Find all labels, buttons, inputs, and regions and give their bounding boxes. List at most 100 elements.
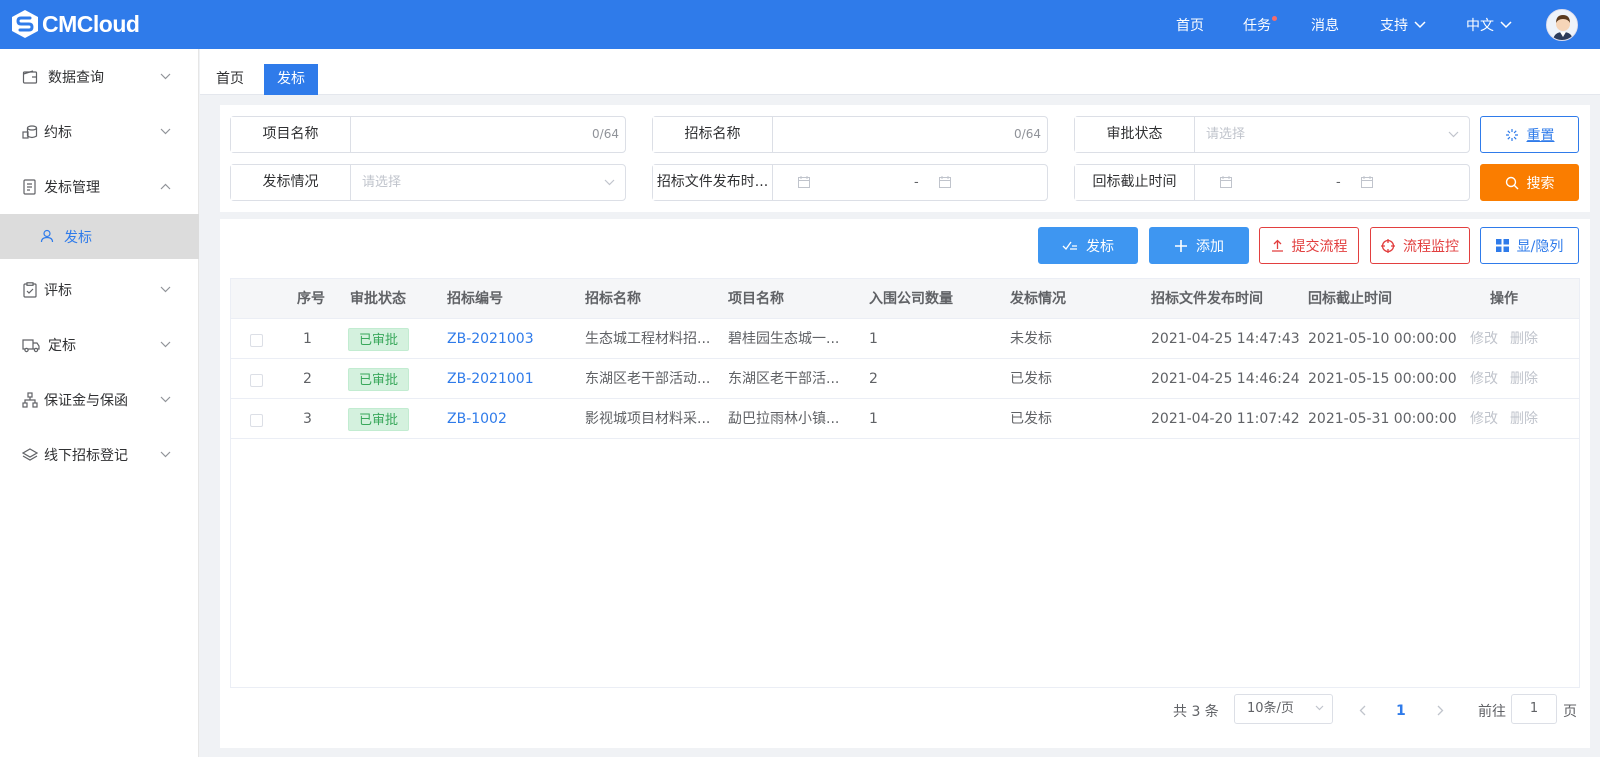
sidebar-item-publish[interactable]: 发标 xyxy=(0,214,199,259)
goto-page-input[interactable]: 1 xyxy=(1511,694,1557,724)
column-header: 操作 xyxy=(1490,291,1518,307)
logo[interactable]: CMCloud xyxy=(10,9,140,39)
doc-publish-time-filter: 招标文件发布时... - xyxy=(652,164,1048,201)
nav-home[interactable]: 首页 xyxy=(1176,15,1204,35)
document-list-icon xyxy=(23,179,36,195)
chevron-down-icon xyxy=(160,451,171,458)
edit-link[interactable]: 修改 xyxy=(1470,399,1498,439)
sidebar-item-award[interactable]: 定标 xyxy=(0,317,199,373)
cell-project-name: 碧桂园生态城一... xyxy=(728,331,840,347)
sidebar-item-offline-registration[interactable]: 线下招标登记 xyxy=(0,427,199,483)
user-avatar[interactable] xyxy=(1546,9,1578,41)
bid-status-select[interactable]: 请选择 xyxy=(352,165,625,200)
top-bar: CMCloud 首页 任务 消息 支持 中文 xyxy=(0,0,1600,49)
sidebar-subitem-label: 发标 xyxy=(64,229,92,246)
tender-name-input[interactable]: 0/64 xyxy=(774,117,1047,152)
goto-suffix: 页 xyxy=(1563,704,1577,720)
hierarchy-icon xyxy=(22,392,38,408)
submit-flow-button[interactable]: 提交流程 xyxy=(1259,227,1359,264)
edit-link[interactable]: 修改 xyxy=(1470,319,1498,359)
doc-publish-date-range[interactable]: - xyxy=(774,165,1047,200)
loading-reset-icon xyxy=(1505,128,1518,141)
delete-link[interactable]: 删除 xyxy=(1510,359,1538,399)
calendar-icon xyxy=(939,176,951,188)
tender-code-link[interactable]: ZB-1002 xyxy=(447,399,507,439)
toggle-columns-button[interactable]: 显/隐列 xyxy=(1480,227,1579,264)
cell-index: 3 xyxy=(303,411,312,427)
table-row: 3 已审批 ZB-1002 影视城项目材料采... 勐巴拉雨林小镇... 1 已… xyxy=(231,399,1579,439)
reset-button[interactable]: 重置 xyxy=(1480,116,1579,153)
wallet-icon xyxy=(22,70,38,84)
sidebar-item-bid-management[interactable]: 发标管理 xyxy=(0,159,199,215)
nav-tasks-label: 任务 xyxy=(1243,18,1271,34)
cell-publish-time: 2021-04-25 14:46:24 xyxy=(1151,371,1300,387)
column-header: 回标截止时间 xyxy=(1308,291,1392,307)
pagination-total: 共 3 条 xyxy=(1173,704,1219,720)
publish-button[interactable]: 发标 xyxy=(1038,227,1138,264)
prev-page-icon[interactable] xyxy=(1359,705,1367,716)
search-button[interactable]: 搜索 xyxy=(1480,164,1579,201)
monitor-flow-button[interactable]: 流程监控 xyxy=(1370,227,1470,264)
delete-link[interactable]: 删除 xyxy=(1510,399,1538,439)
page-size-select[interactable]: 10条/页 xyxy=(1234,694,1333,724)
sidebar-item-deposit-guarantee[interactable]: 保证金与保函 xyxy=(0,372,199,428)
search-label: 搜索 xyxy=(1526,175,1555,192)
sidebar-item-evaluation[interactable]: 评标 xyxy=(0,262,199,318)
cell-project-name: 勐巴拉雨林小镇... xyxy=(728,411,840,427)
cell-deadline: 2021-05-31 00:00:00 xyxy=(1308,411,1457,427)
nav-support[interactable]: 支持 xyxy=(1380,15,1426,35)
cell-tender-name: 生态城工程材料招... xyxy=(585,331,711,347)
row-checkbox[interactable] xyxy=(250,374,263,387)
filter-label: 审批状态 xyxy=(1075,117,1195,152)
row-checkbox[interactable] xyxy=(250,334,263,347)
cell-bid-status: 已发标 xyxy=(1010,411,1052,427)
sidebar-item-label: 线下招标登记 xyxy=(44,448,128,464)
tab-home[interactable]: 首页 xyxy=(203,64,257,95)
sidebar-item-label: 评标 xyxy=(44,283,72,299)
range-separator: - xyxy=(1336,175,1341,190)
approval-status-select[interactable]: 请选择 xyxy=(1196,117,1469,152)
tender-code-link[interactable]: ZB-2021003 xyxy=(447,319,534,359)
sidebar-item-data-query[interactable]: 数据查询 xyxy=(0,49,199,105)
column-header: 招标编号 xyxy=(447,291,503,307)
edit-link[interactable]: 修改 xyxy=(1470,359,1498,399)
add-button[interactable]: 添加 xyxy=(1149,227,1249,264)
chevron-down-icon xyxy=(160,341,171,348)
nav-language[interactable]: 中文 xyxy=(1466,15,1512,35)
tender-code-link[interactable]: ZB-2021001 xyxy=(447,359,534,399)
sidebar-item-label: 约标 xyxy=(44,125,72,141)
table-row: 1 已审批 ZB-2021003 生态城工程材料招... 碧桂园生态城一... … xyxy=(231,319,1579,359)
calendar-icon xyxy=(798,176,810,188)
delete-link[interactable]: 删除 xyxy=(1510,319,1538,359)
column-header: 招标名称 xyxy=(585,291,641,307)
project-name-input[interactable]: 0/64 xyxy=(352,117,625,152)
page-size-value: 10条/页 xyxy=(1247,701,1294,716)
sidebar-item-label: 保证金与保函 xyxy=(44,393,128,409)
row-checkbox[interactable] xyxy=(250,414,263,427)
data-table: 序号 审批状态 招标编号 招标名称 项目名称 入围公司数量 发标情况 招标文件发… xyxy=(230,278,1580,688)
nav-tasks[interactable]: 任务 xyxy=(1243,15,1277,35)
cell-project-name: 东湖区老干部活... xyxy=(728,371,840,387)
status-badge: 已审批 xyxy=(348,368,410,391)
table-header: 序号 审批状态 招标编号 招标名称 项目名称 入围公司数量 发标情况 招标文件发… xyxy=(231,279,1579,319)
sidebar-item-yuebiao[interactable]: 约标 xyxy=(0,104,199,160)
deadline-date-range[interactable]: - xyxy=(1196,165,1469,200)
search-icon xyxy=(1505,176,1518,189)
cell-deadline: 2021-05-10 00:00:00 xyxy=(1308,331,1457,347)
filter-label: 发标情况 xyxy=(231,165,351,200)
approval-status-filter: 审批状态 请选择 xyxy=(1074,116,1470,153)
plus-icon xyxy=(1175,239,1187,252)
current-page[interactable]: 1 xyxy=(1396,696,1406,726)
sidebar-item-label: 数据查询 xyxy=(48,70,104,86)
submit-flow-label: 提交流程 xyxy=(1291,238,1348,255)
column-header: 项目名称 xyxy=(728,291,784,307)
publish-label: 发标 xyxy=(1086,238,1114,255)
chevron-down-icon xyxy=(1448,131,1459,138)
truck-icon xyxy=(22,339,40,353)
next-page-icon[interactable] xyxy=(1436,705,1444,716)
calendar-icon xyxy=(1220,176,1232,188)
tab-publish[interactable]: 发标 xyxy=(264,64,318,95)
column-header: 招标文件发布时间 xyxy=(1151,291,1263,307)
nav-messages[interactable]: 消息 xyxy=(1311,15,1339,35)
tabs-bar: 首页 发标 xyxy=(200,49,1600,95)
